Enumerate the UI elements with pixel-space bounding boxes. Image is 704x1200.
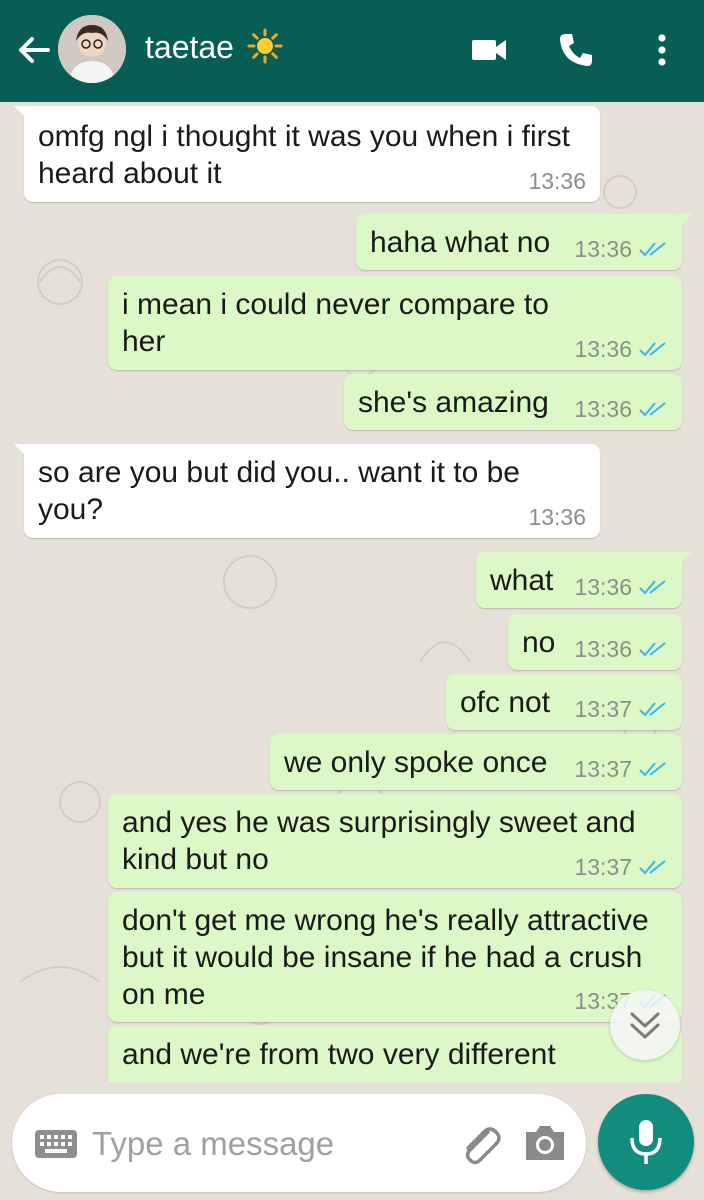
message-meta: 13:36 — [574, 235, 668, 263]
message-time: 13:36 — [574, 574, 632, 600]
contact-name-text: taetae — [145, 29, 234, 65]
chat-header: taetae — [0, 0, 704, 102]
message-meta: 13:36 — [574, 573, 668, 601]
read-receipt-icon — [639, 580, 666, 595]
message-meta: 13:36 — [574, 635, 668, 663]
outgoing-message[interactable]: i mean i could never compare to her 13:3… — [108, 276, 682, 370]
outgoing-message[interactable]: and yes he was surprisingly sweet and ki… — [108, 794, 682, 888]
bubble-tail — [676, 214, 692, 230]
outgoing-message[interactable]: what 13:36 — [476, 552, 692, 608]
more-options-icon[interactable] — [640, 28, 684, 72]
message-time: 13:36 — [574, 336, 632, 362]
scroll-to-bottom-button[interactable] — [610, 990, 680, 1060]
read-receipt-icon — [639, 402, 666, 417]
message-meta: 13:36 — [528, 503, 586, 531]
message-input-container[interactable] — [12, 1094, 586, 1192]
message-text: omfg ngl i thought it was you when i fir… — [38, 120, 570, 190]
camera-icon[interactable] — [522, 1120, 568, 1166]
message-time: 13:36 — [574, 636, 632, 662]
message-time: 13:36 — [574, 396, 632, 422]
message-meta: 13:37 — [574, 755, 668, 783]
back-arrow-icon[interactable] — [14, 30, 54, 70]
message-time: 13:37 — [574, 854, 632, 880]
message-text: so are you but did you.. want it to be y… — [38, 456, 520, 526]
contact-avatar[interactable] — [58, 15, 126, 83]
message-time: 13:37 — [574, 696, 632, 722]
outgoing-message[interactable]: and we're from two very different — [108, 1026, 682, 1082]
message-time: 13:37 — [574, 756, 632, 782]
message-input[interactable] — [92, 1124, 432, 1164]
message-list[interactable]: omfg ngl i thought it was you when i fir… — [0, 102, 704, 1082]
read-receipt-icon — [639, 242, 666, 257]
message-time: 13:36 — [528, 168, 586, 194]
outgoing-message[interactable]: she's amazing 13:36 — [344, 374, 682, 430]
message-time: 13:36 — [528, 504, 586, 530]
message-text: i mean i could never compare to her — [122, 288, 549, 358]
outgoing-message[interactable]: haha what no 13:36 — [356, 214, 692, 270]
outgoing-message[interactable]: don't get me wrong he's really attractiv… — [108, 892, 682, 1022]
bubble-tail — [676, 552, 692, 568]
read-receipt-icon — [639, 860, 666, 875]
read-receipt-icon — [639, 642, 666, 657]
paperclip-icon[interactable] — [454, 1118, 504, 1168]
message-meta: 13:36 — [574, 335, 668, 363]
outgoing-message[interactable]: no 13:36 — [508, 614, 682, 670]
microphone-icon — [630, 1120, 662, 1164]
message-time: 13:36 — [574, 236, 632, 262]
composer-bar — [0, 1082, 704, 1200]
read-receipt-icon — [639, 702, 666, 717]
read-receipt-icon — [639, 762, 666, 777]
outgoing-message[interactable]: we only spoke once 13:37 — [270, 734, 682, 790]
incoming-message[interactable]: so are you but did you.. want it to be y… — [14, 444, 600, 538]
voice-message-button[interactable] — [598, 1094, 694, 1190]
read-receipt-icon — [639, 342, 666, 357]
contact-name[interactable]: taetae — [145, 28, 283, 66]
phone-call-icon[interactable] — [554, 28, 598, 72]
outgoing-message[interactable]: ofc not 13:37 — [446, 674, 682, 730]
message-meta: 13:36 — [528, 167, 586, 195]
incoming-message[interactable]: omfg ngl i thought it was you when i fir… — [14, 106, 600, 202]
sun-icon — [247, 28, 283, 64]
bubble-tail — [14, 106, 30, 122]
message-text: and we're from two very different — [122, 1038, 556, 1071]
message-meta: 13:36 — [574, 395, 668, 423]
message-meta: 13:37 — [574, 695, 668, 723]
keyboard-icon[interactable] — [34, 1128, 78, 1160]
message-meta: 13:37 — [574, 853, 668, 881]
bubble-tail — [14, 444, 30, 460]
video-call-icon[interactable] — [468, 28, 512, 72]
double-chevron-down-icon — [630, 1012, 660, 1039]
